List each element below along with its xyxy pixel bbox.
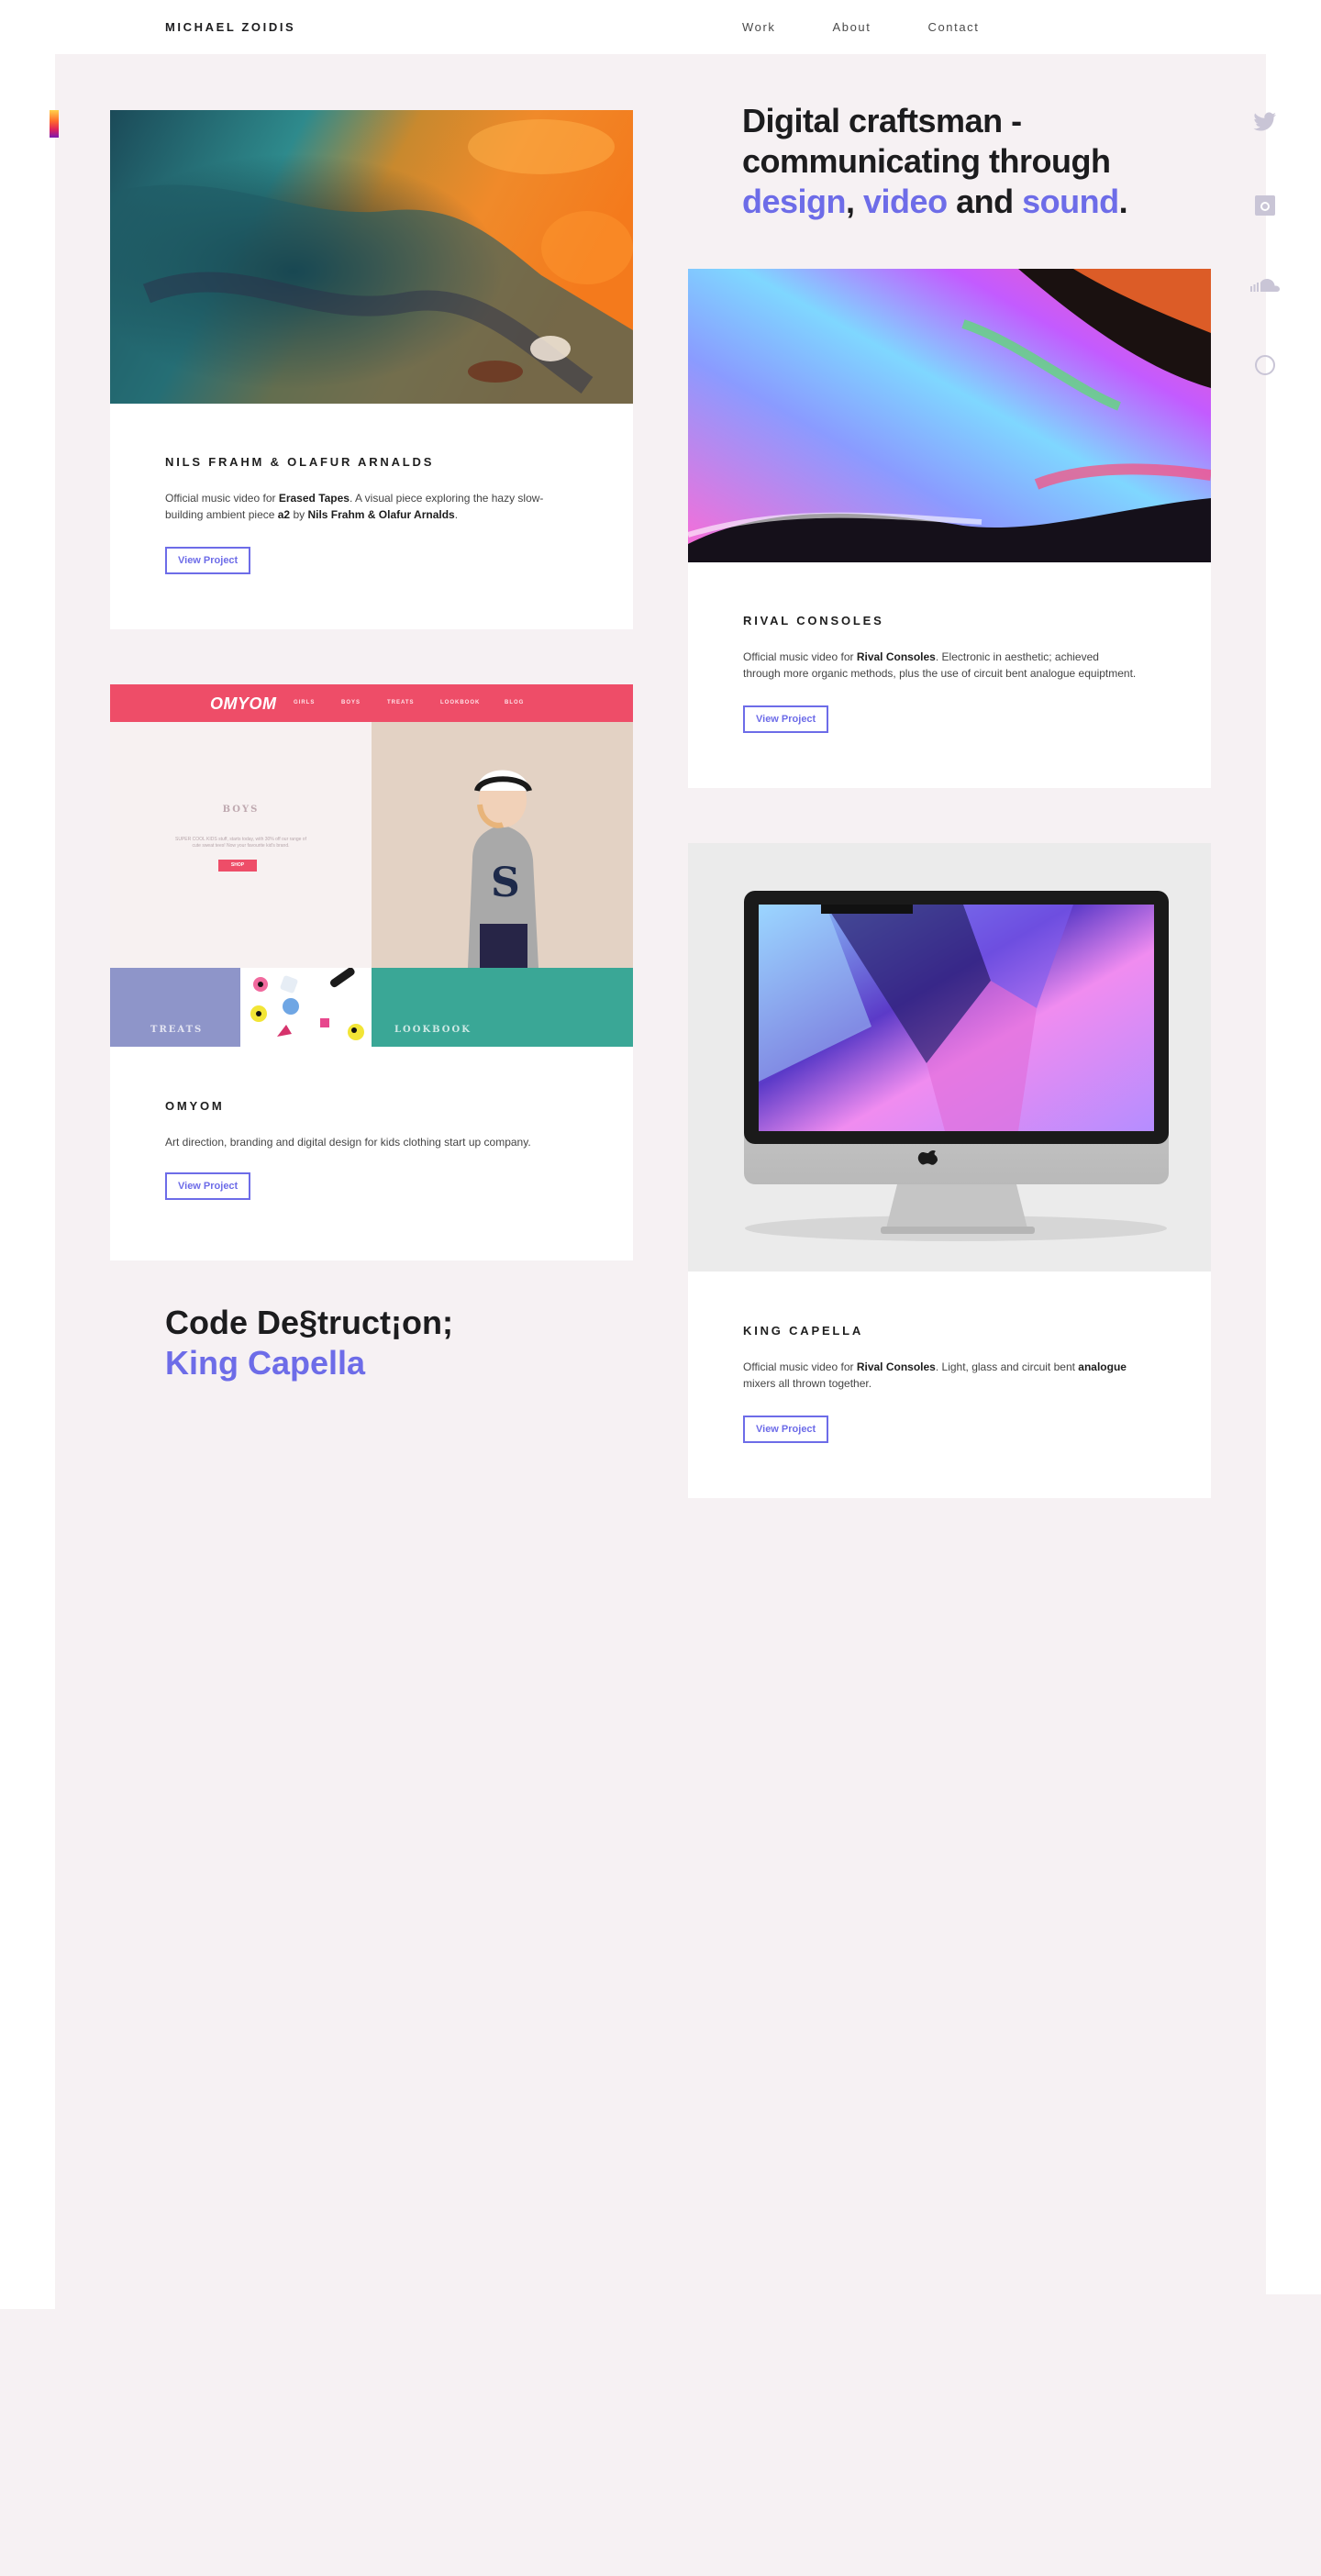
feature-link-king-capella[interactable]: King Capella	[165, 1344, 365, 1382]
omyom-tile-treats: TREATS	[110, 968, 240, 1047]
top-bar: MICHAEL ZOIDIS Work About Contact	[0, 0, 1321, 54]
project-title-rival-consoles: RIVAL CONSOLES	[743, 614, 884, 627]
desc-text: . Light, glass and circuit bent	[935, 1360, 1079, 1373]
project-title-nils-frahm: NILS FRAHM & OLAFUR ARNALDS	[165, 455, 435, 469]
intro-headline: Digital craftsman - communicating throug…	[742, 101, 1219, 222]
omyom-section-text: SUPER COOL KIDS stuff, starts today, wit…	[175, 837, 306, 849]
view-project-button-king-capella[interactable]: View Project	[743, 1416, 829, 1443]
omyom-nav-item: BLOG	[505, 700, 525, 705]
svg-text:S: S	[491, 860, 520, 906]
right-margin	[1266, 54, 1321, 2294]
site-logo[interactable]: MICHAEL ZOIDIS	[165, 20, 295, 34]
desc-text: Official music video for	[165, 492, 279, 505]
project-desc-king-capella: Official music video for Rival Consoles.…	[743, 1359, 1128, 1392]
omyom-mock-header: OMYOM GIRLS BOYS TREATS LOOKBOOK BLOG	[110, 684, 633, 722]
omyom-boys-panel: BOYS SUPER COOL KIDS stuff, starts today…	[110, 722, 372, 968]
intro-design: design	[742, 183, 847, 220]
project-title-king-capella: KING CAPELLA	[743, 1324, 864, 1338]
omyom-tile-lookbook-label: LOOKBOOK	[394, 1025, 472, 1035]
omyom-section-title: BOYS	[222, 805, 260, 815]
project-card-king-capella: KING CAPELLA Official music video for Ri…	[688, 843, 1211, 1498]
intro-sound: sound	[1022, 183, 1119, 220]
project-image-rival-consoles[interactable]	[688, 269, 1211, 562]
feature-headline: Code De§truct¡on; King Capella	[165, 1303, 453, 1383]
intro-sep-2: and	[947, 183, 1023, 220]
omyom-nav-item: BOYS	[341, 700, 361, 705]
omyom-nav-item: LOOKBOOK	[440, 700, 481, 705]
desc-text: Official music video for	[743, 650, 857, 663]
omyom-nav-item: GIRLS	[294, 700, 316, 705]
intro-line-1: Digital craftsman -	[742, 102, 1022, 139]
project-image-king-capella[interactable]	[688, 843, 1211, 1271]
desc-bold: Rival Consoles	[856, 1360, 936, 1373]
nav-contact[interactable]: Contact	[927, 20, 979, 34]
project-card-nils-frahm: NILS FRAHM & OLAFUR ARNALDS Official mus…	[110, 110, 633, 629]
intro-video: video	[863, 183, 948, 220]
omyom-shop-button: SHOP	[218, 860, 257, 872]
desc-bold: Erased Tapes	[278, 492, 350, 505]
project-title-omyom: OMYOM	[165, 1099, 225, 1113]
project-desc-rival-consoles: Official music video for Rival Consoles.…	[743, 649, 1138, 682]
omyom-tile-lookbook: LOOKBOOK	[372, 968, 633, 1047]
twitter-icon[interactable]	[1249, 106, 1281, 138]
view-project-button-omyom[interactable]: View Project	[165, 1172, 251, 1200]
instagram-icon[interactable]	[1249, 190, 1281, 221]
project-desc-omyom: Art direction, branding and digital desi…	[165, 1136, 531, 1149]
omyom-nav-item: TREATS	[387, 700, 415, 705]
nav-work[interactable]: Work	[742, 20, 776, 34]
intro-line-2: communicating through	[742, 142, 1111, 180]
desc-text: Official music video for	[743, 1360, 857, 1373]
intro-sep-1: ,	[846, 183, 864, 220]
nav-about[interactable]: About	[833, 20, 871, 34]
desc-text: by	[290, 508, 308, 521]
project-card-rival-consoles: RIVAL CONSOLES Official music video for …	[688, 269, 1211, 788]
omyom-candy-tile	[240, 967, 372, 1047]
main-nav: Work About Contact	[742, 20, 1037, 34]
project-card-omyom: OMYOM GIRLS BOYS TREATS LOOKBOOK BLOG BO…	[110, 684, 633, 1260]
intro-end: .	[1118, 183, 1128, 220]
desc-bold: analogue	[1078, 1360, 1127, 1373]
desc-bold: Nils Frahm & Olafur Arnalds	[307, 508, 455, 521]
view-project-button-rival-consoles[interactable]: View Project	[743, 705, 829, 733]
desc-text: .	[454, 508, 459, 521]
omyom-tile-treats-label: TREATS	[150, 1025, 204, 1035]
project-image-nils-frahm[interactable]	[110, 110, 633, 404]
project-desc-nils-frahm: Official music video for Erased Tapes. A…	[165, 490, 560, 523]
desc-bold: Rival Consoles	[856, 650, 936, 663]
omyom-logo: OMYOM	[210, 694, 277, 713]
view-project-button-nils-frahm[interactable]: View Project	[165, 547, 251, 574]
desc-bold: a2	[277, 508, 291, 521]
omyom-kid-photo: S	[372, 722, 633, 968]
desc-text: mixers all thrown together.	[743, 1377, 872, 1390]
left-margin	[0, 54, 55, 2309]
feature-line-1: Code De§truct¡on;	[165, 1304, 453, 1341]
project-image-omyom[interactable]: OMYOM GIRLS BOYS TREATS LOOKBOOK BLOG BO…	[110, 684, 633, 1047]
dribbble-icon[interactable]	[1249, 350, 1281, 381]
soundcloud-icon[interactable]	[1249, 270, 1281, 301]
color-swatch-strip	[50, 110, 59, 138]
